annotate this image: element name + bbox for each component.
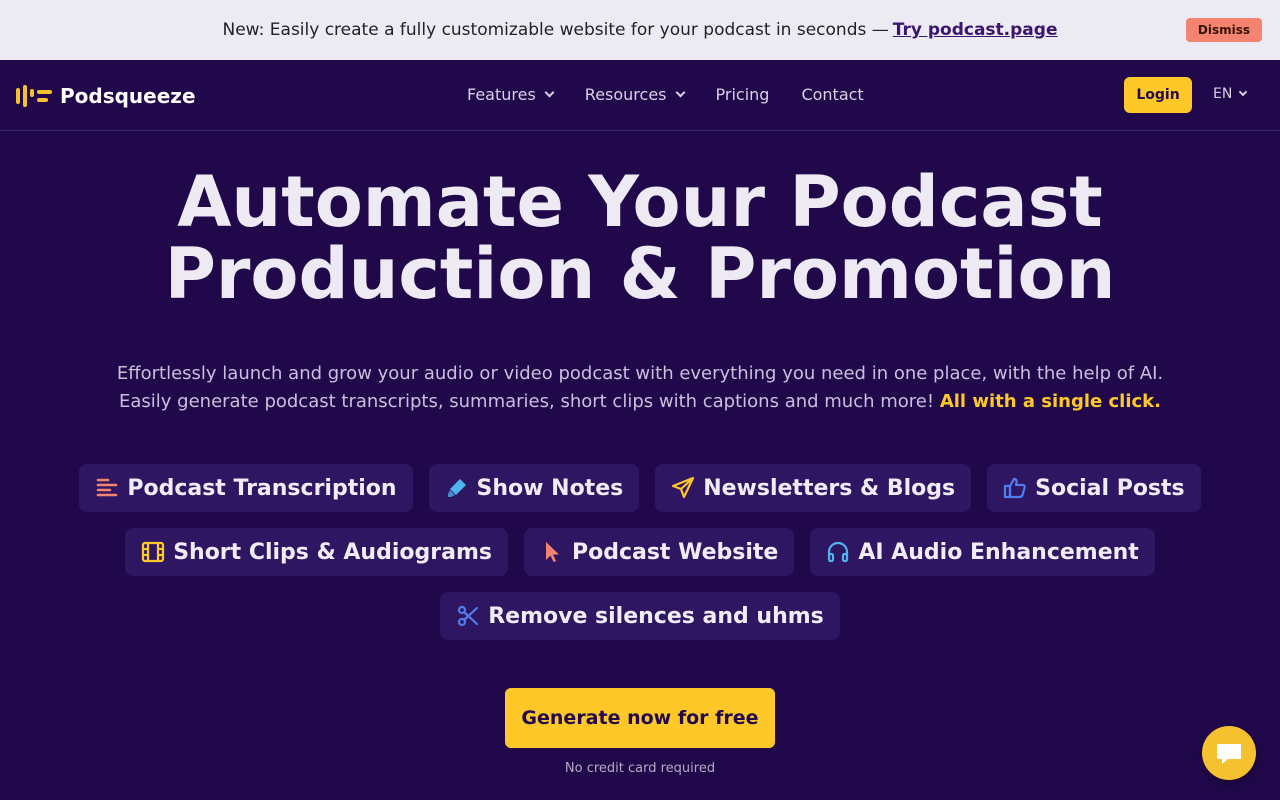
scissors-icon xyxy=(458,605,479,627)
nav-label: Resources xyxy=(584,85,667,104)
chat-widget-button[interactable] xyxy=(1202,726,1256,780)
film-icon xyxy=(142,541,165,563)
language-selector[interactable]: EN xyxy=(1213,86,1248,102)
nav-item-contact[interactable]: Contact xyxy=(801,85,863,104)
top-navigation: Podsqueeze Features Resources Pricing Co… xyxy=(0,60,1280,131)
feature-pill-audio-enhancement[interactable]: AI Audio Enhancement xyxy=(810,528,1155,576)
dismiss-button[interactable]: Dismiss xyxy=(1185,18,1262,42)
nav-item-resources[interactable]: Resources xyxy=(584,85,685,104)
feature-label: AI Audio Enhancement xyxy=(858,539,1139,565)
feature-label: Podcast Transcription xyxy=(127,475,397,501)
feature-label: Podcast Website xyxy=(571,539,779,565)
feature-row-1: Podcast Transcription Show Notes Newslet… xyxy=(0,464,1280,512)
brand-name: Podsqueeze xyxy=(60,84,196,108)
language-label: EN xyxy=(1213,86,1233,102)
highlighter-icon xyxy=(447,479,466,497)
feature-label: Newsletters & Blogs xyxy=(703,475,956,501)
banner-text: New: Easily create a fully customizable … xyxy=(222,20,889,40)
lines-icon xyxy=(97,478,118,497)
banner-link[interactable]: Try podcast.page xyxy=(893,20,1058,40)
nav-links: Features Resources Pricing Contact xyxy=(467,85,896,104)
feature-pill-show-notes[interactable]: Show Notes xyxy=(428,464,640,512)
login-button[interactable]: Login xyxy=(1124,77,1192,113)
feature-pill-website[interactable]: Podcast Website xyxy=(523,528,795,576)
logo-icon xyxy=(16,85,52,107)
hero-subtitle-line-1: Effortlessly launch and grow your audio … xyxy=(116,363,1164,384)
announcement-banner: New: Easily create a fully customizable … xyxy=(0,0,1280,60)
hero-title-line-1: Automate Your Podcast xyxy=(177,161,1103,243)
feature-pill-social-posts[interactable]: Social Posts xyxy=(987,464,1201,512)
feature-label: Remove silences and uhms xyxy=(488,603,824,629)
feature-row-2: Short Clips & Audiograms Podcast Website… xyxy=(0,528,1280,576)
chat-bubble-icon xyxy=(1217,744,1241,764)
feature-label: Social Posts xyxy=(1035,475,1185,501)
nav-label: Contact xyxy=(801,85,864,104)
feature-pill-remove-silences[interactable]: Remove silences and uhms xyxy=(440,592,840,640)
hero-subtitle: Effortlessly launch and grow your audio … xyxy=(0,360,1280,416)
feature-label: Show Notes xyxy=(476,475,624,501)
generate-now-button[interactable]: Generate now for free xyxy=(505,688,775,748)
no-credit-card-note: No credit card required xyxy=(564,761,716,776)
hero-title-line-2: Production & Promotion xyxy=(164,233,1116,315)
hero-title: Automate Your Podcast Production & Promo… xyxy=(0,166,1280,310)
feature-pill-transcription[interactable]: Podcast Transcription xyxy=(79,464,413,512)
hero-subtitle-line-2: Easily generate podcast transcripts, sum… xyxy=(0,388,1280,416)
hero-subtitle-text: Easily generate podcast transcripts, sum… xyxy=(119,391,935,412)
chevron-down-icon xyxy=(1239,87,1248,97)
paper-plane-icon xyxy=(672,476,695,499)
headphones-icon xyxy=(828,541,849,563)
nav-label: Pricing xyxy=(715,85,770,104)
nav-item-pricing[interactable]: Pricing xyxy=(716,85,770,104)
feature-label: Short Clips & Audiograms xyxy=(173,539,492,565)
hero-subtitle-highlight: All with a single click. xyxy=(939,391,1161,412)
feature-row-3: Remove silences and uhms xyxy=(0,592,1280,640)
logo[interactable]: Podsqueeze xyxy=(16,84,196,108)
nav-item-features[interactable]: Features xyxy=(467,85,555,104)
nav-label: Features xyxy=(467,85,536,104)
thumbs-up-icon xyxy=(1004,477,1026,499)
feature-pill-short-clips[interactable]: Short Clips & Audiograms xyxy=(125,528,508,576)
cursor-icon xyxy=(545,542,559,562)
chevron-down-icon xyxy=(544,87,555,98)
feature-pill-newsletters[interactable]: Newsletters & Blogs xyxy=(655,464,972,512)
chevron-down-icon xyxy=(675,87,685,98)
